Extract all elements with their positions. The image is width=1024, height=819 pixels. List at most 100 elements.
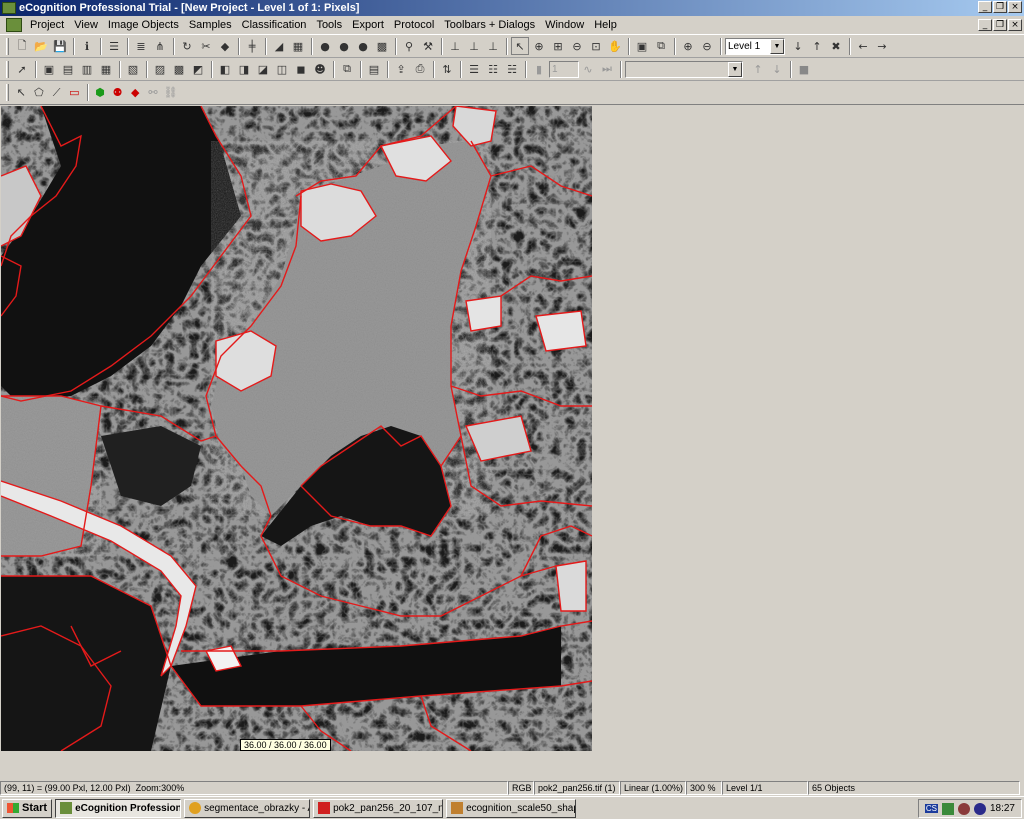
segmented-image[interactable] (1, 106, 592, 751)
class-info-icon[interactable]: ● (354, 37, 372, 55)
info-icon[interactable]: ℹ (78, 37, 96, 55)
task-ecognition[interactable]: eCognition Profession... (55, 798, 182, 818)
pointer-icon[interactable]: ↖ (511, 37, 529, 55)
sort-icon[interactable]: ⇅ (438, 60, 456, 78)
doc-minimize-button[interactable]: _ (978, 19, 992, 31)
copy-view-icon[interactable]: ⧉ (338, 60, 356, 78)
pan-hand-icon[interactable]: ✋ (606, 37, 624, 55)
layer-blue-icon[interactable]: ◫ (273, 60, 291, 78)
minimize-button[interactable]: _ (978, 1, 992, 13)
remove-level-icon[interactable]: ⊖ (698, 37, 716, 55)
menu-window[interactable]: Window (541, 19, 590, 31)
new-window-icon[interactable]: ⧉ (652, 37, 670, 55)
chevron-down-icon[interactable]: ▼ (770, 38, 784, 54)
security-icon[interactable] (957, 802, 970, 815)
line-select-icon[interactable]: ⟋ (48, 84, 65, 102)
zoom-out-icon[interactable]: ⊖ (568, 37, 586, 55)
class-hierarchy-icon[interactable]: ≣ (132, 37, 150, 55)
task-ecognition-scale[interactable]: ecognition_scale50_shap... (446, 798, 577, 818)
full-image-icon[interactable]: ▣ (633, 37, 651, 55)
menu-samples[interactable]: Samples (185, 19, 238, 31)
classify-icon[interactable]: ◆ (127, 84, 144, 102)
task-pok2[interactable]: pok2_pan256_20_107_n... (313, 798, 444, 818)
volume-icon[interactable] (973, 802, 986, 815)
arrow-left-icon[interactable]: ← (854, 37, 872, 55)
menu-project[interactable]: Project (26, 19, 70, 31)
report-icon[interactable]: ▤ (365, 60, 383, 78)
menu-protocol[interactable]: Protocol (390, 19, 440, 31)
polygon-select-icon[interactable]: ⬠ (31, 84, 48, 102)
doc-restore-button[interactable]: ❐ (993, 19, 1007, 31)
arrow-right-icon[interactable]: → (873, 37, 891, 55)
multiresolution-icon[interactable]: ▦ (289, 37, 307, 55)
cut-icon[interactable]: ✂ (197, 37, 215, 55)
arrow-up-icon[interactable]: ↑ (808, 37, 826, 55)
toolbar-grip[interactable] (6, 60, 9, 78)
polygon-icon[interactable]: ◩ (189, 60, 207, 78)
level-mid-icon[interactable]: ⊥ (465, 37, 483, 55)
new-project-icon[interactable]: 🗋 (13, 37, 31, 55)
view-features-icon[interactable]: ▦ (97, 60, 115, 78)
level-up-icon[interactable]: ⊥ (446, 37, 464, 55)
view-layer-icon[interactable]: ▣ (40, 60, 58, 78)
list-tree-icon[interactable]: ☵ (503, 60, 521, 78)
toolbar-grip[interactable] (6, 37, 9, 55)
network-icon[interactable] (941, 802, 954, 815)
tools-icon[interactable]: ⚒ (419, 37, 437, 55)
view-classification-icon[interactable]: ▤ (59, 60, 77, 78)
rectangle-select-icon[interactable]: ▭ (66, 84, 83, 102)
fill-icon[interactable]: ◆ (216, 37, 234, 55)
zoom-area-icon[interactable]: ⊞ (549, 37, 567, 55)
start-button[interactable]: Start (2, 798, 53, 818)
layer-rgb-icon[interactable]: ◪ (254, 60, 272, 78)
menu-classification[interactable]: Classification (238, 19, 313, 31)
toolbar-grip[interactable] (6, 84, 9, 101)
doc-close-button[interactable]: × (1008, 19, 1022, 31)
image-viewer[interactable] (1, 106, 592, 751)
open-folder-icon[interactable]: 📂 (32, 37, 50, 55)
object-info-icon[interactable]: ● (316, 37, 334, 55)
feature-tree-icon[interactable]: ⋔ (151, 37, 169, 55)
palette-icon[interactable]: ☻ (311, 60, 329, 78)
merge-icon[interactable]: ⚉ (109, 84, 126, 102)
language-indicator[interactable]: CS (924, 804, 938, 813)
segmentation-icon[interactable]: ◢ (270, 37, 288, 55)
zoom-in-icon[interactable]: ⊕ (530, 37, 548, 55)
shield-icon[interactable]: ⬢ (92, 84, 109, 102)
sample-grid-icon[interactable]: ▩ (373, 37, 391, 55)
split-icon[interactable]: ╪ (243, 37, 261, 55)
zoom-fit-icon[interactable]: ⊡ (587, 37, 605, 55)
task-segmentace[interactable]: segmentace_obrazky - A... (184, 798, 311, 818)
restore-button[interactable]: ❐ (993, 1, 1007, 13)
delete-level-icon[interactable]: ✖ (827, 37, 845, 55)
feature-view-icon[interactable]: ● (335, 37, 353, 55)
select-icon[interactable]: ↖ (13, 84, 30, 102)
layer-mix-icon[interactable]: ◧ (216, 60, 234, 78)
save-icon[interactable]: 💾 (51, 37, 69, 55)
layer-color-icon[interactable]: ◨ (235, 60, 253, 78)
app-icon[interactable] (2, 2, 16, 14)
pixel-view-icon[interactable]: ▨ (151, 60, 169, 78)
menu-tools[interactable]: Tools (312, 19, 348, 31)
image-layers-icon[interactable]: ☰ (105, 37, 123, 55)
menu-export[interactable]: Export (348, 19, 390, 31)
document-icon[interactable] (6, 18, 22, 32)
object-mean-icon[interactable]: ▩ (170, 60, 188, 78)
binoculars-icon[interactable]: ⚲ (400, 37, 418, 55)
menu-toolbars-dialogs[interactable]: Toolbars + Dialogs (440, 19, 541, 31)
list-icon[interactable]: ☰ (465, 60, 483, 78)
add-level-icon[interactable]: ⊕ (679, 37, 697, 55)
level-down-icon[interactable]: ⊥ (484, 37, 502, 55)
list-numbered-icon[interactable]: ☷ (484, 60, 502, 78)
cursor-icon[interactable]: ➚ (13, 60, 31, 78)
layer-red-icon[interactable]: ◼ (292, 60, 310, 78)
menu-help[interactable]: Help (590, 19, 623, 31)
view-samples-icon[interactable]: ▥ (78, 60, 96, 78)
print-icon[interactable]: ⎙ (411, 60, 429, 78)
outline-icon[interactable]: ▧ (124, 60, 142, 78)
level-select[interactable]: Level 1 ▼ (725, 37, 785, 55)
arrow-down-icon[interactable]: ↓ (789, 37, 807, 55)
menu-image-objects[interactable]: Image Objects (104, 19, 185, 31)
export-icon[interactable]: ⇪ (392, 60, 410, 78)
refresh-icon[interactable]: ↻ (178, 37, 196, 55)
